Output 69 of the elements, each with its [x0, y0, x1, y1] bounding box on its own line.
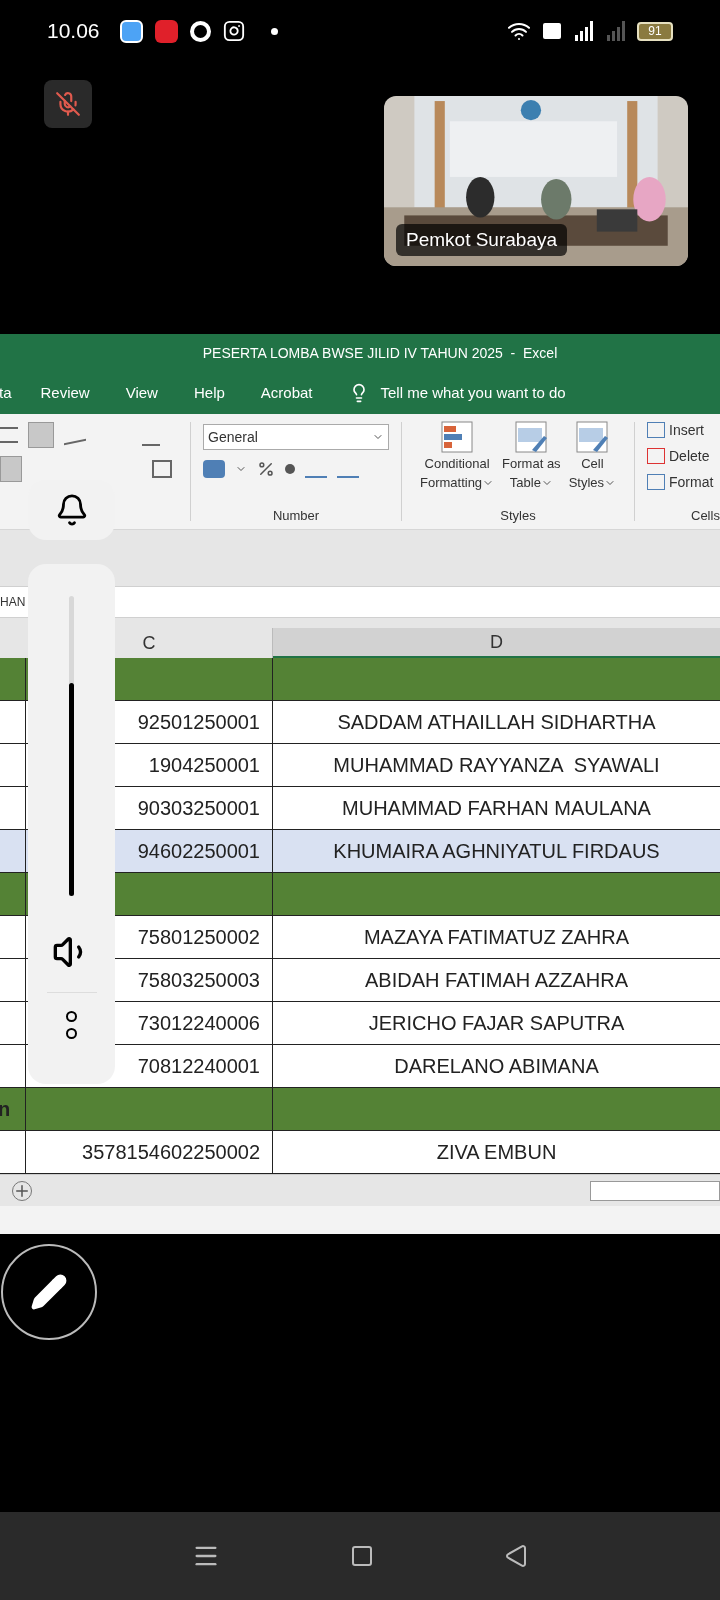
table-cell-text: 75803250003	[137, 968, 260, 993]
bar-chart-icon	[440, 420, 475, 454]
participant-name: Pemkot Surabaya	[396, 223, 568, 256]
back-icon[interactable]	[504, 1544, 528, 1568]
table-cell-text: JERICHO FAJAR SAPUTRA	[368, 1011, 625, 1036]
align-bottom-icon	[28, 422, 54, 448]
signal-icon	[605, 21, 627, 41]
pencil-icon	[30, 1273, 68, 1311]
mic-off-icon	[55, 91, 81, 117]
ribbon-tab[interactable]: ta	[0, 381, 12, 405]
ribbon-tab[interactable]: View	[125, 381, 158, 405]
table-brush-icon	[514, 420, 549, 454]
ribbon-button[interactable]: Insert	[647, 420, 720, 440]
name-box[interactable]: HAN	[0, 593, 26, 611]
table-cell-text: 75801250002	[137, 925, 260, 950]
home-icon[interactable]	[350, 1544, 374, 1568]
signal-icon	[573, 21, 595, 41]
table-cell-text: 3578154602250002	[82, 1140, 260, 1165]
cell-brush-icon	[575, 420, 610, 454]
battery-level: 91	[648, 25, 662, 37]
ribbon-button[interactable]: Cell Styles	[566, 420, 619, 492]
horizontal-scrollbar[interactable]	[590, 1180, 720, 1201]
table-cell-text: 70812240001	[137, 1054, 260, 1079]
app-icon	[154, 19, 178, 43]
rows-icon	[647, 422, 665, 438]
group-label: Styles	[500, 506, 536, 525]
volte-icon	[541, 20, 563, 42]
merge-icon	[152, 460, 172, 478]
table-cell-text: ZIVA EMBUN	[436, 1140, 557, 1165]
align-icon	[0, 456, 22, 482]
ribbon-tab[interactable]: Acrobat	[260, 381, 313, 405]
ribbon-button[interactable]: Format as Table	[500, 420, 563, 492]
table-cell-text: MAZAYA FATIMATUZ ZAHRA	[363, 925, 630, 950]
rows-icon	[647, 474, 665, 490]
ribbon-tab[interactable]: Help	[193, 381, 225, 405]
volume-slider[interactable]	[69, 596, 74, 896]
clock: 10.06	[47, 18, 100, 45]
table-cell-text: DARELANO ABIMANA	[394, 1054, 599, 1079]
table-cell-text: KHUMAIRA AGHNIYATUL FIRDAUS	[333, 839, 660, 864]
table-cell-text: SADDAM ATHAILLAH SIDHARTHA	[337, 710, 656, 735]
table-cell-text: n	[0, 1097, 11, 1122]
align-icon	[0, 427, 18, 443]
app-icon	[119, 19, 143, 43]
tell-me-field[interactable]: Tell me what you want to do	[380, 381, 566, 405]
ribbon-button[interactable]: Format	[647, 472, 720, 492]
window-title: PESERTA LOMBA BWSE JILID IV TAHUN 2025 - Excel	[202, 343, 558, 363]
ring-icon	[189, 20, 211, 42]
group-label: Cells	[691, 506, 720, 525]
delete-rows-icon	[647, 448, 665, 464]
table-cell-text: MUHAMMAD FARHAN MAULANA	[342, 796, 651, 821]
ribbon-button[interactable]: Conditional Formatting	[417, 420, 497, 492]
video-tile[interactable]: Pemkot Surabaya	[384, 96, 688, 266]
mute-button[interactable]	[44, 80, 92, 128]
ribbon-tab[interactable]: Review	[40, 381, 90, 405]
table-cell-text: 90303250001	[137, 796, 260, 821]
table-cell-text: 94602250001	[137, 839, 260, 864]
currency-icon	[203, 460, 225, 478]
table-cell-text: MUHAMMAD RAYYANZA SYAWALI	[333, 753, 660, 778]
column-header[interactable]: D	[273, 628, 720, 658]
more-icon[interactable]	[66, 1011, 77, 1039]
table-cell-text: 92501250001	[137, 710, 260, 735]
percent-icon	[257, 460, 275, 478]
ribbon-button[interactable]: Delete	[647, 446, 720, 466]
number-format-dropdown[interactable]: General	[203, 424, 389, 450]
table-cell-text: 73012240006	[137, 1011, 260, 1036]
instagram-icon	[222, 20, 245, 42]
table-cell-text: 1904250001	[148, 753, 260, 778]
group-label: Number	[271, 506, 321, 525]
table-cell-text: ABIDAH FATIMAH AZZAHRA	[365, 968, 628, 993]
